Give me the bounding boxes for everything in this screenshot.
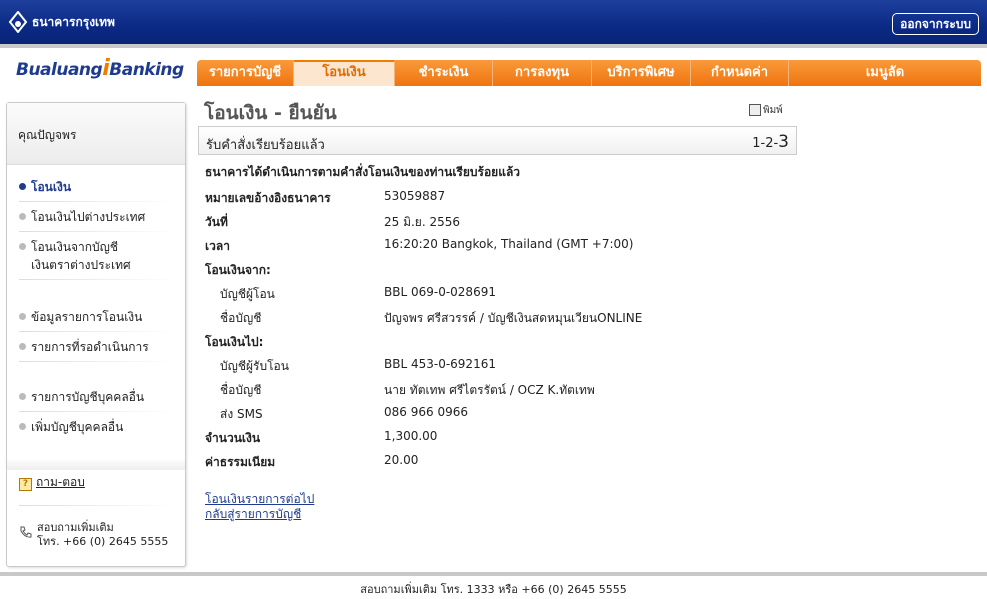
amount-value: 1,300.00	[384, 429, 438, 443]
status-bar: รับคำสั่งเรียบร้อยแล้ว 1-2-3	[198, 126, 797, 155]
bullet-icon	[19, 393, 26, 400]
to-name-label: ชื่อบัญชี	[220, 383, 262, 397]
to-account-value: BBL 453-0-692161	[384, 357, 496, 371]
time-value: 16:20:20 Bangkok, Thailand (GMT +7:00)	[384, 237, 634, 251]
sidebar-item-add-third-party[interactable]: เพิ่มบัญชีบุคคลอื่น	[19, 418, 123, 436]
bank-name: ธนาคารกรุงเทพ	[32, 14, 115, 29]
bank-emblem-icon	[8, 11, 28, 33]
status-text: รับคำสั่งเรียบร้อยแล้ว	[206, 138, 325, 153]
reference-label: หมายเลขอ้างอิงธนาคาร	[205, 191, 331, 205]
help-icon: ?	[19, 478, 32, 491]
step-indicator: 1-2-3	[752, 132, 789, 152]
amount-label: จำนวนเงิน	[205, 431, 261, 445]
sidebar-divider	[19, 231, 177, 232]
contact-line-2: โทร. +66 (0) 2645 5555	[37, 535, 169, 548]
sidebar-item-transfer-info[interactable]: ข้อมูลรายการโอนเงิน	[19, 308, 142, 326]
bullet-icon	[19, 423, 26, 430]
sidebar-divider	[19, 331, 177, 332]
nav-shortcuts[interactable]: เมนูลัด	[789, 60, 981, 86]
from-name-label: ชื่อบัญชี	[220, 311, 262, 325]
reference-value: 53059887	[384, 189, 446, 203]
sidebar-item-international-transfer[interactable]: โอนเงินไปต่างประเทศ	[19, 208, 145, 226]
user-name: คุณปัญจพร	[18, 128, 77, 142]
print-button[interactable]: พิมพ์	[749, 103, 783, 118]
bullet-icon	[19, 183, 26, 190]
faq-link[interactable]: ถาม-ตอบ	[36, 475, 85, 489]
nav-settings[interactable]: กำหนดค่า	[691, 60, 789, 86]
fee-value: 20.00	[384, 453, 419, 467]
bualuang-ibanking-logo: BualuangiBanking	[16, 56, 184, 81]
sidebar-divider	[19, 361, 177, 362]
fee-label: ค่าธรรมเนียม	[205, 455, 276, 469]
date-value: 25 มิ.ย. 2556	[384, 215, 461, 229]
sidebar-user-panel: คุณปัญจพร	[7, 103, 185, 165]
nav-investment[interactable]: การลงทุน	[493, 60, 592, 86]
bullet-icon	[19, 343, 26, 350]
bullet-icon	[19, 313, 26, 320]
logout-button[interactable]: ออกจากระบบ	[892, 13, 979, 35]
contact-line-1: สอบถามเพิ่มเติม	[37, 521, 114, 534]
from-account-value: BBL 069-0-028691	[384, 285, 496, 299]
date-label: วันที่	[205, 215, 228, 229]
phone-icon	[20, 526, 32, 538]
bank-logo: ธนาคารกรุงเทพ	[8, 11, 115, 33]
sidebar-divider	[19, 505, 177, 506]
sms-label: ส่ง SMS	[220, 407, 263, 421]
faq-link-row: ? ถาม-ตอบ	[19, 473, 85, 492]
sidebar-divider	[19, 411, 177, 412]
sidebar: คุณปัญจพร โอนเงิน โอนเงินไปต่างประเทศ โอ…	[6, 102, 186, 567]
from-name-value: ปัญจพร ศรีสวรรค์ / บัญชีเงินสดหมุนเวียนO…	[384, 311, 643, 325]
from-account-label: บัญชีผู้โอน	[220, 287, 275, 301]
bullet-icon	[19, 213, 26, 220]
sidebar-divider	[19, 279, 177, 280]
footer-contact: สอบถามเพิ่มเติม โทร. 1333 หรือ +66 (0) 2…	[360, 583, 627, 596]
sidebar-item-fcd-transfer[interactable]: โอนเงินจากบัญชี เงินตราต่างประเทศ	[19, 238, 131, 274]
nav-payment[interactable]: ชำระเงิน	[395, 60, 493, 86]
main-nav: รายการบัญชี โอนเงิน ชำระเงิน การลงทุน บร…	[197, 60, 981, 86]
to-account-label: บัญชีผู้รับโอน	[220, 359, 289, 373]
time-label: เวลา	[205, 239, 230, 253]
footer-divider	[0, 572, 987, 576]
to-name-value: นาย ทัตเทพ ศรีไตรรัตน์ / OCZ K.ทัตเทพ	[384, 383, 595, 397]
sidebar-divider	[19, 201, 177, 202]
back-to-accounts-link[interactable]: กลับสู่รายการบัญชี	[205, 505, 301, 524]
sms-value: 086 966 0966	[384, 405, 468, 419]
bullet-icon	[19, 243, 26, 250]
sidebar-item-third-party-accounts[interactable]: รายการบัญชีบุคคลอื่น	[19, 388, 144, 406]
sidebar-item-transfer[interactable]: โอนเงิน	[19, 178, 71, 196]
page-title: โอนเงิน - ยืนยัน	[204, 102, 337, 124]
header-divider	[0, 44, 987, 48]
sidebar-item-pending[interactable]: รายการที่รอดำเนินการ	[19, 338, 149, 356]
from-heading: โอนเงินจาก:	[205, 263, 271, 277]
to-heading: โอนเงินไป:	[205, 335, 264, 349]
nav-transfer[interactable]: โอนเงิน	[294, 60, 395, 86]
nav-special-services[interactable]: บริการพิเศษ	[592, 60, 691, 86]
top-header-bar: ธนาคารกรุงเทพ ออกจากระบบ	[0, 0, 987, 44]
confirmation-message: ธนาคารได้ดำเนินการตามคำสั่งโอนเงินของท่า…	[205, 165, 521, 179]
nav-accounts[interactable]: รายการบัญชี	[197, 60, 294, 86]
sidebar-section-divider	[7, 458, 185, 470]
printer-icon	[749, 104, 761, 116]
